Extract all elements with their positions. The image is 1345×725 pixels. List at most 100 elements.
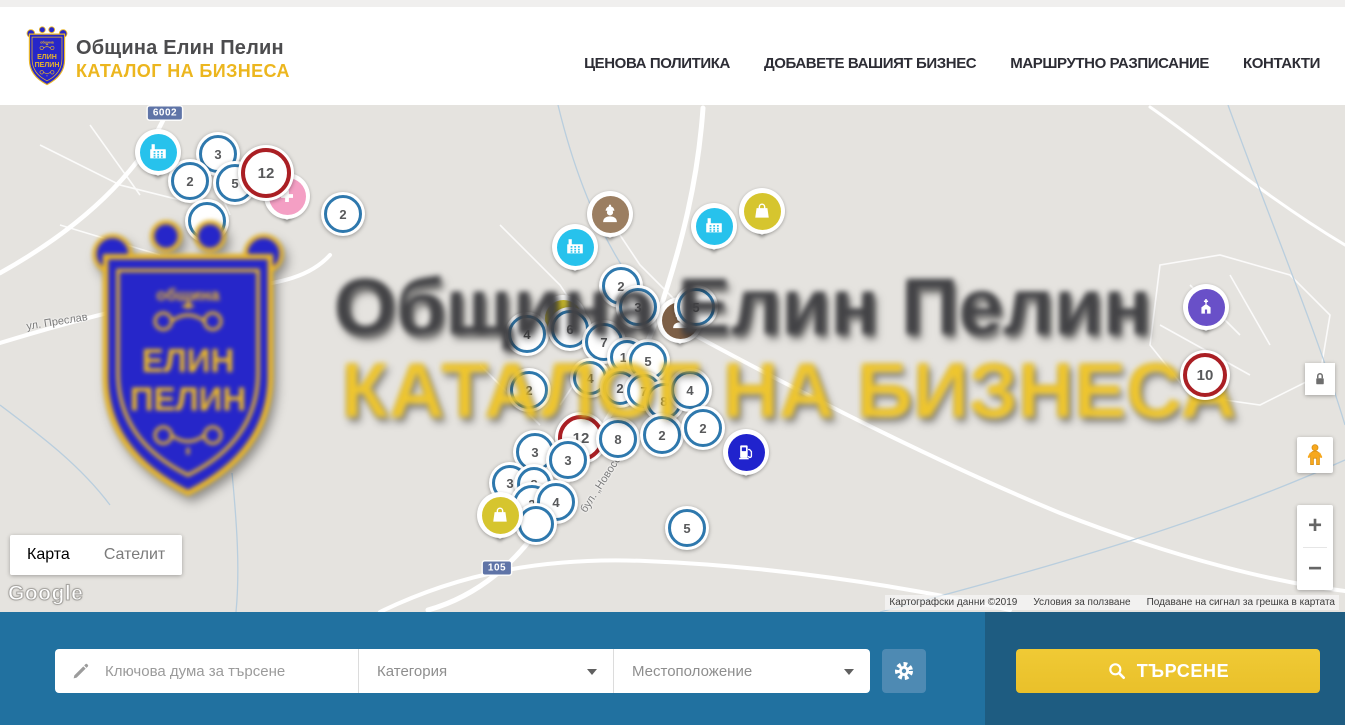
google-logo[interactable]: Google bbox=[8, 582, 83, 606]
site-logo-crest[interactable]: община ЕЛИН ПЕЛИН bbox=[25, 24, 69, 88]
cluster-count: 5 bbox=[683, 521, 690, 536]
factory-icon bbox=[557, 229, 594, 266]
pin-head bbox=[1183, 284, 1229, 330]
map-pin-church[interactable] bbox=[1183, 284, 1229, 330]
main-nav: ЦЕНОВА ПОЛИТИКА ДОБАВЕТЕ ВАШИЯТ БИЗНЕС М… bbox=[584, 55, 1320, 72]
cluster-marker[interactable]: 12 bbox=[238, 145, 294, 201]
church-icon bbox=[1188, 289, 1225, 326]
pin-head bbox=[691, 203, 737, 249]
cluster-marker[interactable]: 2 bbox=[681, 406, 725, 450]
lock-icon bbox=[1311, 370, 1329, 388]
map-attribution: Картографски данни ©2019 Условия за полз… bbox=[885, 595, 1339, 610]
map-canvas[interactable]: 6002105ул. Преславбул. „Новоселци“ bbox=[0, 105, 1345, 612]
map-type-control: Карта Сателит bbox=[10, 535, 182, 575]
map-pin-bag[interactable] bbox=[739, 188, 785, 234]
cluster-marker[interactable]: 8 bbox=[596, 417, 640, 461]
nav-link-contacts[interactable]: КОНТАКТИ bbox=[1243, 55, 1320, 72]
cluster-count: 3 bbox=[214, 147, 221, 162]
cluster-count: 2 bbox=[186, 174, 193, 189]
factory-icon bbox=[140, 134, 177, 171]
map-type-map-button[interactable]: Карта bbox=[10, 535, 87, 575]
search-submit-button[interactable]: ТЪРСЕНЕ bbox=[1016, 649, 1320, 693]
map-pin-fuel[interactable] bbox=[723, 429, 769, 475]
search-icon bbox=[1107, 661, 1127, 681]
pin-head bbox=[135, 129, 181, 175]
road-badge: 105 bbox=[483, 562, 511, 575]
pegman-icon bbox=[1303, 442, 1327, 468]
cluster-marker[interactable]: 5 bbox=[665, 506, 709, 550]
factory-icon bbox=[696, 208, 733, 245]
cluster-marker[interactable]: 5 bbox=[674, 285, 718, 329]
cluster-count: 2 bbox=[658, 428, 665, 443]
cluster-count: 3 bbox=[564, 453, 571, 468]
search-bar: Категория Местоположение ТЪРСЕНЕ bbox=[0, 612, 1345, 725]
zoom-out-button[interactable]: − bbox=[1297, 548, 1333, 590]
cluster-count: 7 bbox=[600, 335, 607, 350]
cluster-count: 5 bbox=[692, 300, 699, 315]
attribution-report-link[interactable]: Подаване на сигнал за грешка в картата bbox=[1147, 597, 1335, 608]
pegman-button[interactable] bbox=[1297, 437, 1333, 473]
cluster-marker[interactable]: 2 bbox=[507, 368, 551, 412]
cluster-marker[interactable]: 10 bbox=[1180, 350, 1230, 400]
cluster-count: 3 bbox=[634, 300, 641, 315]
crest-graphic: община ЕЛИН ПЕЛИН bbox=[25, 24, 69, 88]
zoom-control: + − bbox=[1297, 505, 1333, 590]
map-pin-bag[interactable] bbox=[477, 492, 523, 538]
cluster-marker[interactable] bbox=[185, 199, 229, 243]
cluster-count: 2 bbox=[525, 383, 532, 398]
cluster-count: 8 bbox=[660, 394, 667, 409]
keyword-segment bbox=[55, 649, 358, 693]
cluster-count: 8 bbox=[614, 432, 621, 447]
map-pin-factory[interactable] bbox=[552, 224, 598, 270]
search-input-group: Категория Местоположение bbox=[55, 649, 870, 693]
zoom-in-button[interactable]: + bbox=[1297, 505, 1333, 547]
map-pin-factory[interactable] bbox=[691, 203, 737, 249]
cluster-marker[interactable]: 4 bbox=[505, 312, 549, 356]
gear-icon bbox=[892, 659, 916, 683]
category-dropdown[interactable]: Категория bbox=[358, 649, 613, 693]
cluster-count: 3 bbox=[506, 476, 513, 491]
cluster-count: 10 bbox=[1197, 367, 1214, 384]
bag-icon bbox=[482, 497, 519, 534]
cluster-ring bbox=[518, 506, 554, 542]
map-pin-factory[interactable] bbox=[135, 129, 181, 175]
pin-head bbox=[477, 492, 523, 538]
cluster-count: 2 bbox=[339, 207, 346, 222]
cluster-count: 4 bbox=[586, 371, 593, 386]
cluster-marker[interactable]: 3 bbox=[546, 438, 590, 482]
header: община ЕЛИН ПЕЛИН Община Елин Пелин КАТА… bbox=[0, 7, 1345, 106]
map-type-satellite-button[interactable]: Сателит bbox=[87, 535, 182, 575]
attribution-terms-link[interactable]: Условия за ползване bbox=[1033, 597, 1130, 608]
pin-head bbox=[552, 224, 598, 270]
location-dropdown-label: Местоположение bbox=[632, 663, 752, 680]
cluster-count: 2 bbox=[616, 381, 623, 396]
category-dropdown-label: Категория bbox=[377, 663, 447, 680]
pencil-icon bbox=[71, 661, 91, 681]
chevron-down-icon bbox=[844, 669, 854, 675]
nav-link-price-policy[interactable]: ЦЕНОВА ПОЛИТИКА bbox=[584, 55, 730, 72]
top-strip bbox=[0, 0, 1345, 7]
keyword-search-input[interactable] bbox=[103, 662, 350, 681]
nav-link-route-schedule[interactable]: МАРШРУТНО РАЗПИСАНИЕ bbox=[1010, 55, 1209, 72]
bag-icon bbox=[744, 193, 781, 230]
chevron-down-icon bbox=[587, 669, 597, 675]
site-title: Община Елин Пелин bbox=[76, 37, 284, 60]
lock-button[interactable] bbox=[1305, 363, 1335, 395]
cluster-count: 4 bbox=[686, 383, 693, 398]
cluster-count: 5 bbox=[644, 354, 651, 369]
location-dropdown[interactable]: Местоположение bbox=[613, 649, 870, 693]
attribution-data: Картографски данни ©2019 bbox=[889, 597, 1017, 608]
pin-head bbox=[739, 188, 785, 234]
advanced-settings-button[interactable] bbox=[882, 649, 926, 693]
cluster-count: 2 bbox=[699, 421, 706, 436]
nav-link-add-business[interactable]: ДОБАВЕТЕ ВАШИЯТ БИЗНЕС bbox=[764, 55, 976, 72]
search-button-label: ТЪРСЕНЕ bbox=[1137, 661, 1229, 682]
site-subtitle: КАТАЛОГ НА БИЗНЕСА bbox=[76, 61, 290, 82]
cluster-ring bbox=[188, 202, 226, 240]
road-badge: 6002 bbox=[148, 107, 182, 120]
cluster-marker[interactable]: 2 bbox=[640, 413, 684, 457]
cluster-marker[interactable]: 2 bbox=[321, 192, 365, 236]
pin-head bbox=[723, 429, 769, 475]
cluster-marker[interactable]: 3 bbox=[616, 285, 660, 329]
cluster-count: 4 bbox=[552, 495, 559, 510]
